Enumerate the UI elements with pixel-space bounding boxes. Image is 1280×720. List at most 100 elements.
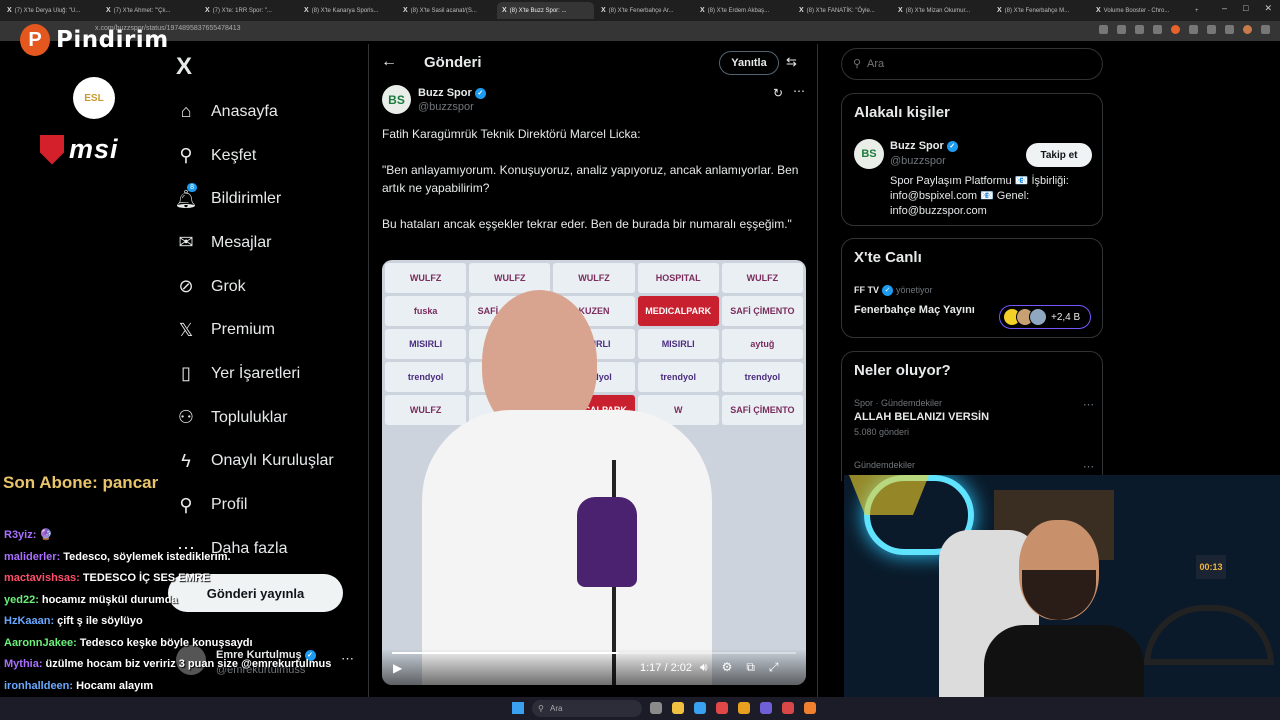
chat-text: 🔮: [39, 529, 54, 541]
sidebar-item-premium[interactable]: 𝕏 Premium: [170, 308, 334, 352]
video-player[interactable]: WULFZWULFZWULFZHOSPITALWULFZfuskaSAFİ Çİ…: [382, 260, 806, 685]
minimize-button[interactable]: –: [1222, 3, 1227, 14]
new-tab-button[interactable]: +: [1190, 2, 1206, 19]
browser-tab[interactable]: X (7) X'te Ahmet: "'Çk...: [101, 2, 198, 19]
volume-icon[interactable]: 🔊︎: [700, 660, 708, 675]
author-handle[interactable]: @buzzspor: [418, 101, 474, 113]
related-avatar[interactable]: BS: [854, 139, 884, 169]
sidebar-item-label: Premium: [211, 321, 276, 339]
author-name[interactable]: Buzz Spor ✓: [418, 87, 486, 99]
browser-tab[interactable]: X (7) X'te: 1RR Spor: "...: [200, 2, 297, 19]
extension-icon[interactable]: [1171, 25, 1180, 34]
taskbar-icons: [650, 702, 816, 714]
chat-text: Tedesco, söylemek istediklerim.: [63, 550, 231, 563]
x-favicon-icon: X: [700, 7, 705, 14]
trend-item[interactable]: Spor · Gündemdekiler ALLAH BELANIZI VERS…: [854, 398, 1094, 437]
browser-tab[interactable]: X (7) X'te Derya Uluğ: "U...: [2, 2, 99, 19]
sidebar-item-yer-i-şaretleri[interactable]: ▯ Yer İşaretleri: [170, 352, 334, 396]
browser-tab[interactable]: X (8) X'te Buzz Spor: ...: [497, 2, 594, 19]
live-show-title[interactable]: Fenerbahçe Maç Yayını: [854, 304, 975, 316]
x-favicon-icon: X: [403, 7, 408, 14]
back-arrow-icon[interactable]: ←: [381, 53, 397, 71]
sponsor-logo: fuska: [385, 296, 467, 326]
video-progress-bar[interactable]: [392, 652, 796, 654]
browser-tab[interactable]: X (8) X'te Fenerbahçe Ar...: [596, 2, 693, 19]
taskbar-app-icon[interactable]: [782, 702, 794, 714]
start-icon[interactable]: [512, 702, 524, 714]
taskbar-app-icon[interactable]: [760, 702, 772, 714]
browser-tab[interactable]: X (8) X'te FANATİK: "Öyle...: [794, 2, 891, 19]
picture-in-picture-icon[interactable]: ⧉: [746, 660, 755, 675]
settings-icon[interactable]: ⚙: [722, 660, 733, 675]
taskbar-app-icon[interactable]: [804, 702, 816, 714]
browser-tab[interactable]: X (8) X'te Kanarya Sporls...: [299, 2, 396, 19]
x-favicon-icon: X: [601, 7, 606, 14]
search-placeholder: Ara: [867, 58, 885, 70]
taskbar-app-icon[interactable]: [738, 702, 750, 714]
verified-badge-icon: ✓: [946, 140, 958, 152]
chat-username: ironhalldeen:: [4, 679, 74, 692]
taskbar-app-icon[interactable]: [650, 702, 662, 714]
filter-icon[interactable]: ⇆: [786, 54, 797, 70]
share-icon[interactable]: [1135, 25, 1144, 34]
chat-text: Hocamı alayım: [76, 679, 154, 692]
puzzle-icon[interactable]: [1189, 25, 1198, 34]
envelope-icon: ✉: [178, 232, 194, 253]
bookmark-star-icon[interactable]: [1153, 25, 1162, 34]
live-listeners-pill[interactable]: +2,4 B: [999, 305, 1091, 329]
download-icon[interactable]: [1225, 25, 1234, 34]
chat-message: mactavishsas: TEDESCO İÇ SES EMRE: [4, 568, 374, 590]
profile-avatar-icon[interactable]: [1243, 25, 1252, 34]
more-icon[interactable]: ⋯: [1083, 398, 1094, 411]
browser-tab[interactable]: X (8) X'te Mizan Okumur...: [893, 2, 990, 19]
sidebar-item-grok[interactable]: ⊘ Grok: [170, 265, 334, 309]
more-icon[interactable]: ⋯: [793, 84, 805, 98]
follow-button[interactable]: Takip et: [1026, 143, 1092, 167]
sidebar-item-label: Yer İşaretleri: [211, 364, 301, 382]
sidebar-item-bildirimler[interactable]: 🔔︎ 8 Bildirimler: [170, 177, 334, 221]
video-time: 1:17 / 2:02: [640, 662, 692, 674]
chat-text: TEDESCO İÇ SES EMRE: [82, 572, 210, 584]
msi-logo: msi: [40, 134, 119, 165]
menu-icon[interactable]: [1261, 25, 1270, 34]
sidebar-item-onaylı-kuruluşlar[interactable]: ϟ Onaylı Kuruluşlar: [170, 440, 333, 484]
grok-explain-icon[interactable]: ↻: [773, 86, 783, 100]
sidebar-item-mesajlar[interactable]: ✉ Mesajlar: [170, 221, 334, 265]
x-favicon-icon: X: [898, 7, 903, 14]
x-logo[interactable]: X: [176, 53, 192, 81]
related-name[interactable]: Buzz Spor ✓: [890, 140, 958, 152]
browser-tab[interactable]: X Volume Booster - Chro...: [1091, 2, 1188, 19]
taskbar-app-icon[interactable]: [716, 702, 728, 714]
browser-tab[interactable]: X (8) X'te Erdem Akbaş...: [695, 2, 792, 19]
sponsor-logo: WULFZ: [721, 263, 803, 293]
sidebar-item-profil[interactable]: ⚲ Profil: [170, 483, 334, 527]
cast-icon[interactable]: [1099, 25, 1108, 34]
sidebar-item-topluluklar[interactable]: ⚇ Topluluklar: [170, 396, 334, 440]
taskbar-app-icon[interactable]: [694, 702, 706, 714]
sidebar-nav: ⌂ Anasayfa ⚲ Keşfet 🔔︎ 8 Bildirimler ✉ Mesajlar ⊘…: [170, 90, 334, 571]
trend-item[interactable]: Gündemdekiler ⋯: [854, 460, 1094, 473]
taskbar-app-icon[interactable]: [672, 702, 684, 714]
taskbar-search[interactable]: ⚲ Ara: [532, 700, 642, 717]
browser-tab[interactable]: X (8) X'te Fenerbahçe M...: [992, 2, 1089, 19]
browser-tab[interactable]: X (8) X'te Sasil acanat/(S...: [398, 2, 495, 19]
home-icon: ⌂: [180, 101, 192, 122]
streamer: [984, 515, 1144, 720]
msi-shield-icon: [40, 134, 64, 165]
more-icon[interactable]: ⋯: [1083, 460, 1094, 473]
sponsor-logo: SAFİ ÇİMENTO: [721, 395, 803, 425]
close-window-button[interactable]: ✕: [1264, 3, 1272, 14]
fullscreen-icon[interactable]: ⤢: [769, 660, 779, 675]
search-input[interactable]: ⚲ Ara: [841, 48, 1103, 80]
related-handle[interactable]: @buzzspor: [890, 155, 946, 167]
sidebar-item-keşfet[interactable]: ⚲ Keşfet: [170, 134, 334, 178]
maximize-button[interactable]: □: [1243, 3, 1248, 14]
live-host[interactable]: FF TV ✓ yönetiyor: [854, 285, 933, 297]
zoom-icon[interactable]: [1117, 25, 1126, 34]
sidebar-icon[interactable]: [1207, 25, 1216, 34]
reply-button[interactable]: Yanıtla: [719, 51, 779, 75]
play-icon[interactable]: ▶: [393, 661, 402, 675]
video-controls: ▶ 1:17 / 2:02 🔊︎ ⚙ ⧉ ⤢: [382, 649, 806, 685]
sidebar-item-anasayfa[interactable]: ⌂ Anasayfa: [170, 90, 334, 134]
author-avatar[interactable]: BS: [382, 85, 411, 114]
